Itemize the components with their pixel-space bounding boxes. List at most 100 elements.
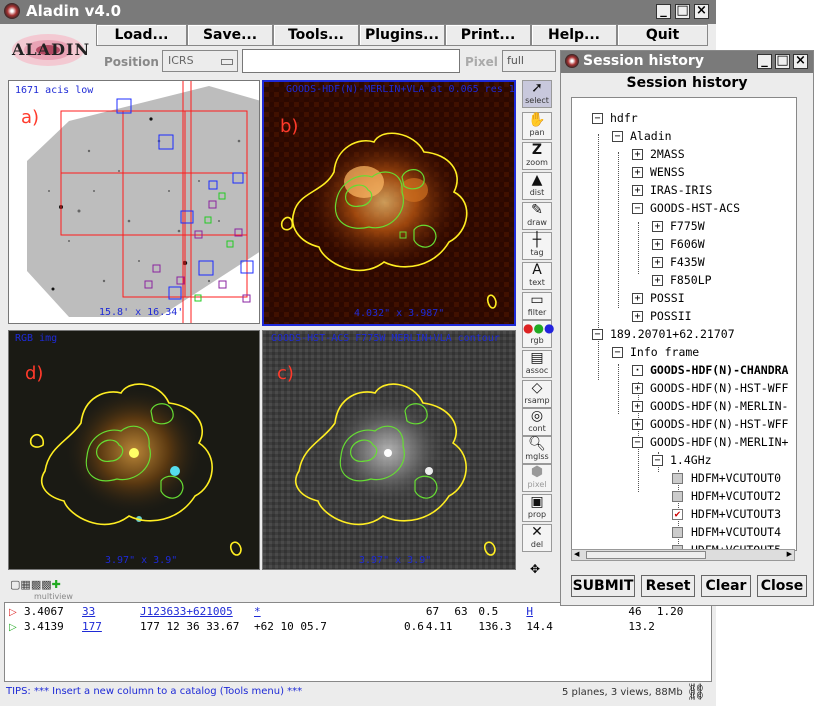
plugins-button[interactable]: Plugins... (359, 24, 445, 46)
minimize-icon[interactable]: _ (656, 4, 671, 19)
collapse-icon[interactable]: − (632, 437, 643, 448)
tree-node[interactable]: + IRAS-IRIS (632, 182, 712, 199)
tree-node[interactable]: + GOODS-HDF(N)-HST-WFF (632, 380, 788, 397)
view-c[interactable]: GOODS-HST-ACS F775W MERLIN+VLA contour c… (262, 330, 516, 570)
expand-icon[interactable]: + (652, 257, 663, 268)
load-button[interactable]: Load... (96, 24, 187, 46)
tag-tool-button[interactable]: ┼ tag (522, 232, 552, 260)
quit-button[interactable]: Quit (617, 24, 708, 46)
checkbox[interactable] (672, 527, 683, 538)
expand-icon[interactable]: + (632, 167, 643, 178)
minimize-icon[interactable]: _ (757, 54, 772, 69)
dist-tool-button[interactable]: ▲ dist (522, 172, 552, 200)
collapse-icon[interactable]: − (632, 203, 643, 214)
tree-node[interactable]: +2MASS (632, 146, 685, 163)
expand-icon[interactable]: + (652, 239, 663, 250)
expand-icon[interactable]: + (652, 275, 663, 286)
tree-leaf[interactable]: HDFM+VCUTOUT4 (672, 524, 781, 541)
results-table[interactable]: ▷ ▷ 3.4067 33 J123633+621005 * 67 63 0.5… (4, 602, 712, 682)
close-button[interactable]: Close (757, 575, 807, 597)
collapse-icon[interactable]: − (652, 455, 663, 466)
expand-icon[interactable]: · (632, 365, 643, 376)
cell-link[interactable]: * (253, 604, 403, 619)
maximize-icon[interactable]: □ (775, 54, 790, 69)
prop-tool-button[interactable]: ▣ prop (522, 494, 552, 522)
close-icon[interactable]: × (793, 54, 808, 69)
view-4-icon[interactable]: ▦ (20, 578, 30, 591)
view-9-icon[interactable]: ▩ (31, 578, 41, 591)
frame-select[interactable]: ICRS (162, 50, 238, 72)
pan-tool-button[interactable]: ✋ pan (522, 112, 552, 140)
cell-link[interactable]: 33 (81, 604, 139, 619)
submit-button[interactable]: SUBMIT (571, 575, 635, 597)
tree-node[interactable]: −1.4GHz (652, 452, 712, 469)
tree-node[interactable]: + F775W (652, 218, 705, 235)
print-button[interactable]: Print... (445, 24, 531, 46)
checkbox[interactable] (672, 491, 683, 502)
cont-tool-button[interactable]: ◎ cont (522, 408, 552, 436)
table-row[interactable]: ▷ (9, 619, 17, 633)
cell-link[interactable]: H (525, 604, 627, 619)
cell-link[interactable]: J123633+621005 (139, 604, 253, 619)
save-button[interactable]: Save... (187, 24, 273, 46)
rsamp-tool-button[interactable]: ◇ rsamp (522, 380, 552, 408)
help-button[interactable]: Help... (531, 24, 617, 46)
view-16-icon[interactable]: ▩ (41, 578, 51, 591)
position-input[interactable] (242, 49, 460, 73)
tree-node[interactable]: − Info frame (612, 344, 699, 361)
expand-icon[interactable]: + (652, 221, 663, 232)
multiview-selector[interactable]: ▢▦▩▩✚ (10, 578, 61, 591)
table-row[interactable]: 3.4139 177 177 12 36 33.67 +62 10 05.7 0… (23, 619, 698, 634)
reset-button[interactable]: Reset (641, 575, 695, 597)
tree-leaf[interactable]: HDFM+VCUTOUT2 (672, 488, 781, 505)
expand-icon[interactable]: + (632, 419, 643, 430)
expand-icon[interactable]: + (632, 149, 643, 160)
view-d[interactable]: RGB img d) 3.97" x 3.9" (8, 330, 260, 570)
pixel-select[interactable]: full (502, 50, 556, 72)
view-a[interactable]: 1671 acis low a) 15.8' x 16.34' (8, 80, 260, 324)
tree-node[interactable]: −189.20701+62.21707 (592, 326, 735, 343)
tree-node[interactable]: − GOODS-HDF(N)-MERLIN+ (632, 434, 788, 451)
close-icon[interactable]: × (694, 4, 709, 19)
checkbox-checked[interactable]: ✔ (672, 509, 683, 520)
resize-arrows-icon[interactable]: ✥ (530, 562, 540, 576)
scroll-left-icon[interactable]: ◀ (574, 550, 579, 558)
tree-node[interactable]: + GOODS-HDF(N)-HST-WFF (632, 416, 788, 433)
tree-node[interactable]: + F435W (652, 254, 705, 271)
text-tool-button[interactable]: Atext (522, 262, 552, 290)
tree-node[interactable]: + GOODS-HDF(N)-MERLIN- (632, 398, 788, 415)
tree-node[interactable]: − GOODS-HST-ACS (632, 200, 740, 217)
expand-icon[interactable]: + (632, 185, 643, 196)
table-row[interactable]: 3.4067 33 J123633+621005 * 67 63 0.5 H 4… (23, 604, 698, 619)
tree-node[interactable]: + POSSII (632, 308, 692, 325)
pixel-tool-button[interactable]: ⬢ pixel (522, 464, 552, 492)
view-b[interactable]: GOODS-HDF(N)-MERLIN+VLA at 0.065 res 1.4… (262, 80, 516, 326)
maximize-icon[interactable]: □ (675, 4, 690, 19)
expand-icon[interactable]: + (632, 293, 643, 304)
rgb-tool-button[interactable]: ●●● rgb (522, 320, 554, 348)
scroll-right-icon[interactable]: ▶ (787, 550, 792, 558)
collapse-icon[interactable]: − (592, 113, 603, 124)
session-tree[interactable]: − hdfr − Aladin +2MASS + WENSS + IRAS-IRIS −… (571, 97, 797, 551)
sync-icon[interactable]: ✚ (52, 578, 61, 591)
expand-icon[interactable]: + (632, 311, 643, 322)
h-scroll-thumb[interactable] (586, 551, 706, 559)
del-tool-button[interactable]: ✕ del (522, 524, 552, 552)
clear-button[interactable]: Clear (701, 575, 751, 597)
cell-link[interactable]: 177 (81, 619, 139, 634)
filter-tool-button[interactable]: ▭ filter (522, 292, 552, 320)
tree-node[interactable]: · GOODS-HDF(N)-CHANDRA (632, 362, 788, 379)
zoom-tool-button[interactable]: Zzoom (522, 142, 552, 170)
collapse-icon[interactable]: − (592, 329, 603, 340)
tree-node[interactable]: + F850LP (652, 272, 712, 289)
tree-node[interactable]: + F606W (652, 236, 705, 253)
tree-node[interactable]: + WENSS (632, 164, 685, 181)
tree-node[interactable]: − hdfr (592, 110, 638, 127)
select-tool-button[interactable]: ➚ select (522, 80, 552, 108)
assoc-tool-button[interactable]: ▤ assoc (522, 350, 552, 378)
expand-icon[interactable]: + (632, 401, 643, 412)
table-row[interactable]: ▷ (9, 604, 17, 618)
view-1-icon[interactable]: ▢ (10, 578, 20, 591)
expand-icon[interactable]: + (632, 383, 643, 394)
tree-leaf[interactable]: HDFM+VCUTOUT0 (672, 470, 781, 487)
